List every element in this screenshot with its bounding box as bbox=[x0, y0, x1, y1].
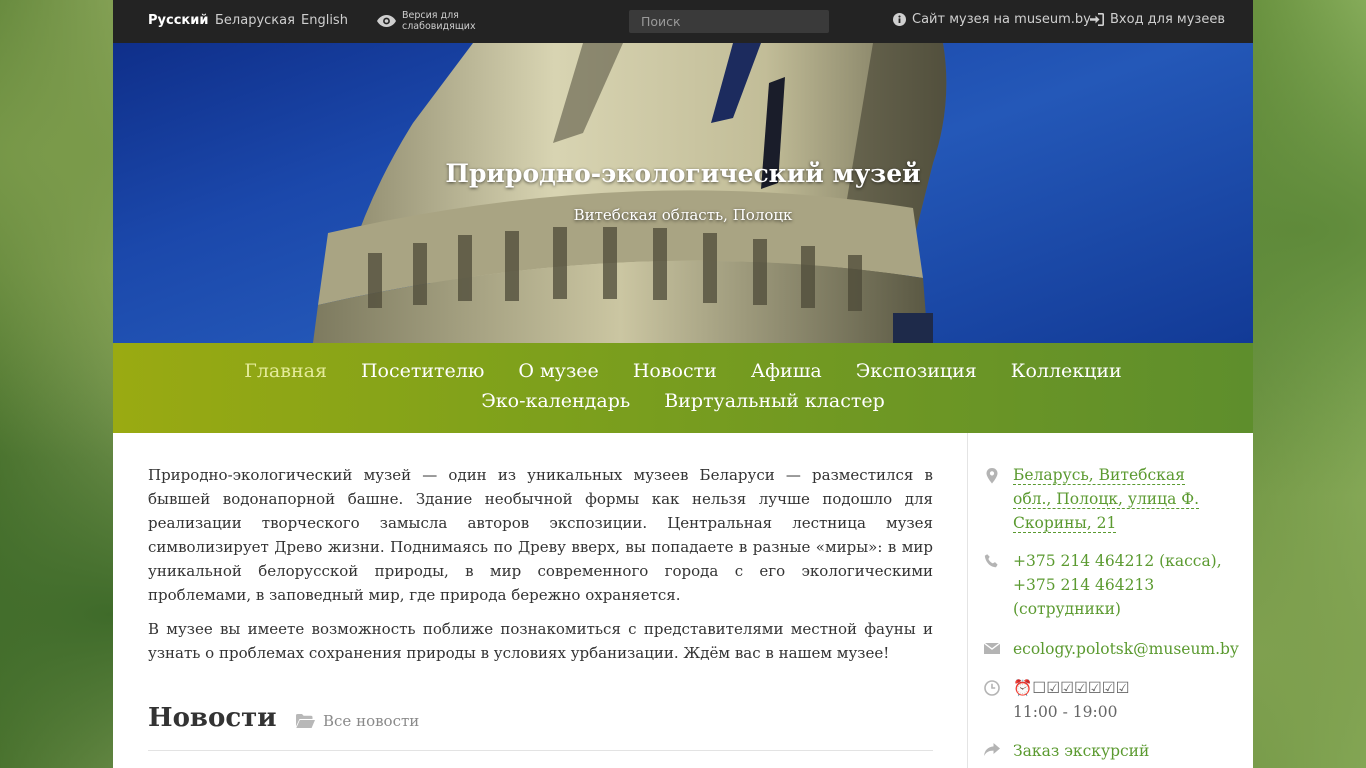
nav-item-events[interactable]: Афиша bbox=[751, 360, 822, 382]
museum-site-link[interactable]: Сайт музея на museum.by bbox=[893, 12, 1091, 27]
nav-item-news[interactable]: Новости bbox=[633, 360, 717, 382]
eye-icon bbox=[377, 15, 396, 27]
share-arrow-icon bbox=[984, 743, 1000, 756]
museum-login-label: Вход для музеев bbox=[1110, 12, 1226, 27]
content-area: Природно-экологический музей — один из у… bbox=[113, 433, 1253, 768]
hero-banner: Природно-экологический музей Витебская о… bbox=[113, 43, 1253, 343]
search-input[interactable] bbox=[629, 10, 829, 33]
nav-row-2: Эко-календарь Виртуальный кластер bbox=[113, 390, 1253, 412]
nav-item-collections[interactable]: Коллекции bbox=[1011, 360, 1122, 382]
address-text[interactable]: Беларусь, Витебская обл., Полоцк, улица … bbox=[1013, 463, 1227, 535]
top-bar: Русский Беларуская English Версия для сл… bbox=[113, 0, 1253, 43]
address-row: Беларусь, Витебская обл., Полоцк, улица … bbox=[984, 463, 1227, 535]
nav-item-home[interactable]: Главная bbox=[244, 360, 327, 382]
excursion-row: Заказ экскурсий bbox=[984, 739, 1227, 763]
lang-russian[interactable]: Русский bbox=[148, 13, 208, 28]
lang-english[interactable]: English bbox=[301, 13, 348, 28]
lang-belarusian[interactable]: Беларуская bbox=[215, 13, 295, 28]
phone-numbers: +375 214 464212 (касса), +375 214 464213… bbox=[1013, 549, 1227, 621]
nav-item-virtual-cluster[interactable]: Виртуальный кластер bbox=[664, 390, 885, 412]
description-paragraph-1: Природно-экологический музей — один из у… bbox=[148, 466, 933, 604]
opening-days: ⏰☐☑☑☑☑☑☑ bbox=[1013, 679, 1130, 697]
excursion-order-link[interactable]: Заказ экскурсий bbox=[1013, 739, 1227, 763]
nav-item-about[interactable]: О музее bbox=[518, 360, 598, 382]
museum-description: Природно-экологический музей — один из у… bbox=[148, 463, 933, 675]
nav-item-eco-calendar[interactable]: Эко-календарь bbox=[481, 390, 630, 412]
phone-icon bbox=[984, 554, 998, 568]
museum-title: Природно-экологический музей bbox=[445, 159, 921, 188]
low-vision-label: Версия для слабовидящих bbox=[402, 10, 476, 32]
phone-staff[interactable]: +375 214 464213 bbox=[1013, 573, 1227, 597]
water-tower-photo bbox=[313, 43, 947, 343]
museum-login-link[interactable]: Вход для музеев bbox=[1090, 12, 1225, 27]
opening-time: 11:00 - 19:00 bbox=[1013, 703, 1118, 721]
low-vision-toggle[interactable]: Версия для слабовидящих bbox=[377, 10, 482, 32]
phone-cashier[interactable]: +375 214 464212 (касса), bbox=[1013, 549, 1227, 573]
email-link[interactable]: ecology.polotsk@museum.by bbox=[1013, 637, 1239, 661]
news-heading: Новости bbox=[148, 703, 277, 733]
nav-row-1: Главная Посетителю О музее Новости Афиша… bbox=[113, 360, 1253, 382]
page: Русский Беларуская English Версия для сл… bbox=[113, 0, 1253, 768]
all-news-link[interactable]: Все новости bbox=[296, 712, 419, 730]
description-paragraph-2: В музее вы имеете возможность поближе по… bbox=[148, 620, 933, 662]
nav-item-visitor[interactable]: Посетителю bbox=[361, 360, 484, 382]
opening-hours: ⏰☐☑☑☑☑☑☑ 11:00 - 19:00 bbox=[1013, 676, 1227, 724]
nav-item-exposition[interactable]: Экспозиция bbox=[856, 360, 977, 382]
phone-staff-note: (сотрудники) bbox=[1013, 600, 1121, 618]
phone-row: +375 214 464212 (касса), +375 214 464213… bbox=[984, 549, 1227, 621]
main-navigation: Главная Посетителю О музее Новости Афиша… bbox=[113, 343, 1253, 433]
login-icon bbox=[1090, 13, 1104, 26]
email-row: ecology.polotsk@museum.by bbox=[984, 637, 1239, 661]
news-section-header: Новости Все новости bbox=[148, 703, 933, 751]
museum-location: Витебская область, Полоцк bbox=[573, 206, 793, 224]
all-news-label: Все новости bbox=[323, 712, 420, 730]
museum-site-label: Сайт музея на museum.by bbox=[912, 12, 1091, 27]
info-icon bbox=[893, 13, 906, 26]
address-link[interactable]: Беларусь, Витебская обл., Полоцк, улица … bbox=[1013, 466, 1200, 533]
hours-row: ⏰☐☑☑☑☑☑☑ 11:00 - 19:00 bbox=[984, 676, 1227, 724]
map-marker-icon bbox=[986, 468, 998, 484]
contact-sidebar: Беларусь, Витебская обл., Полоцк, улица … bbox=[967, 433, 1254, 768]
folder-icon bbox=[296, 714, 315, 728]
clock-icon bbox=[984, 680, 1000, 696]
envelope-icon bbox=[984, 642, 1000, 654]
